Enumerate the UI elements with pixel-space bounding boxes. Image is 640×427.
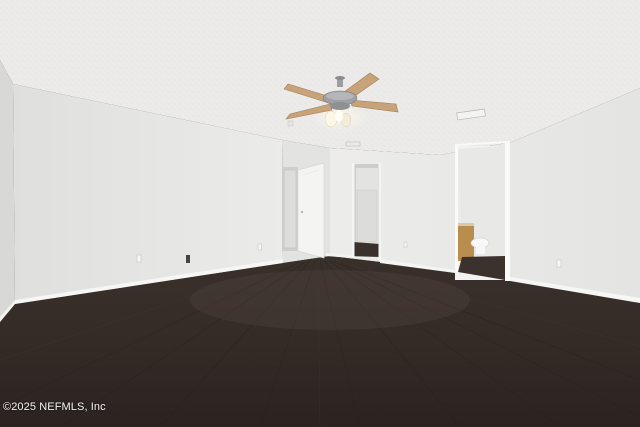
left-corner-wall <box>0 60 15 322</box>
room-scene <box>0 0 640 427</box>
room-photo: ©2025 NEFMLS, Inc <box>0 0 640 427</box>
copyright-watermark: ©2025 NEFMLS, Inc <box>3 401 106 413</box>
wall-outlet <box>136 254 142 263</box>
cable-jack <box>186 255 190 263</box>
white-door <box>297 162 325 259</box>
